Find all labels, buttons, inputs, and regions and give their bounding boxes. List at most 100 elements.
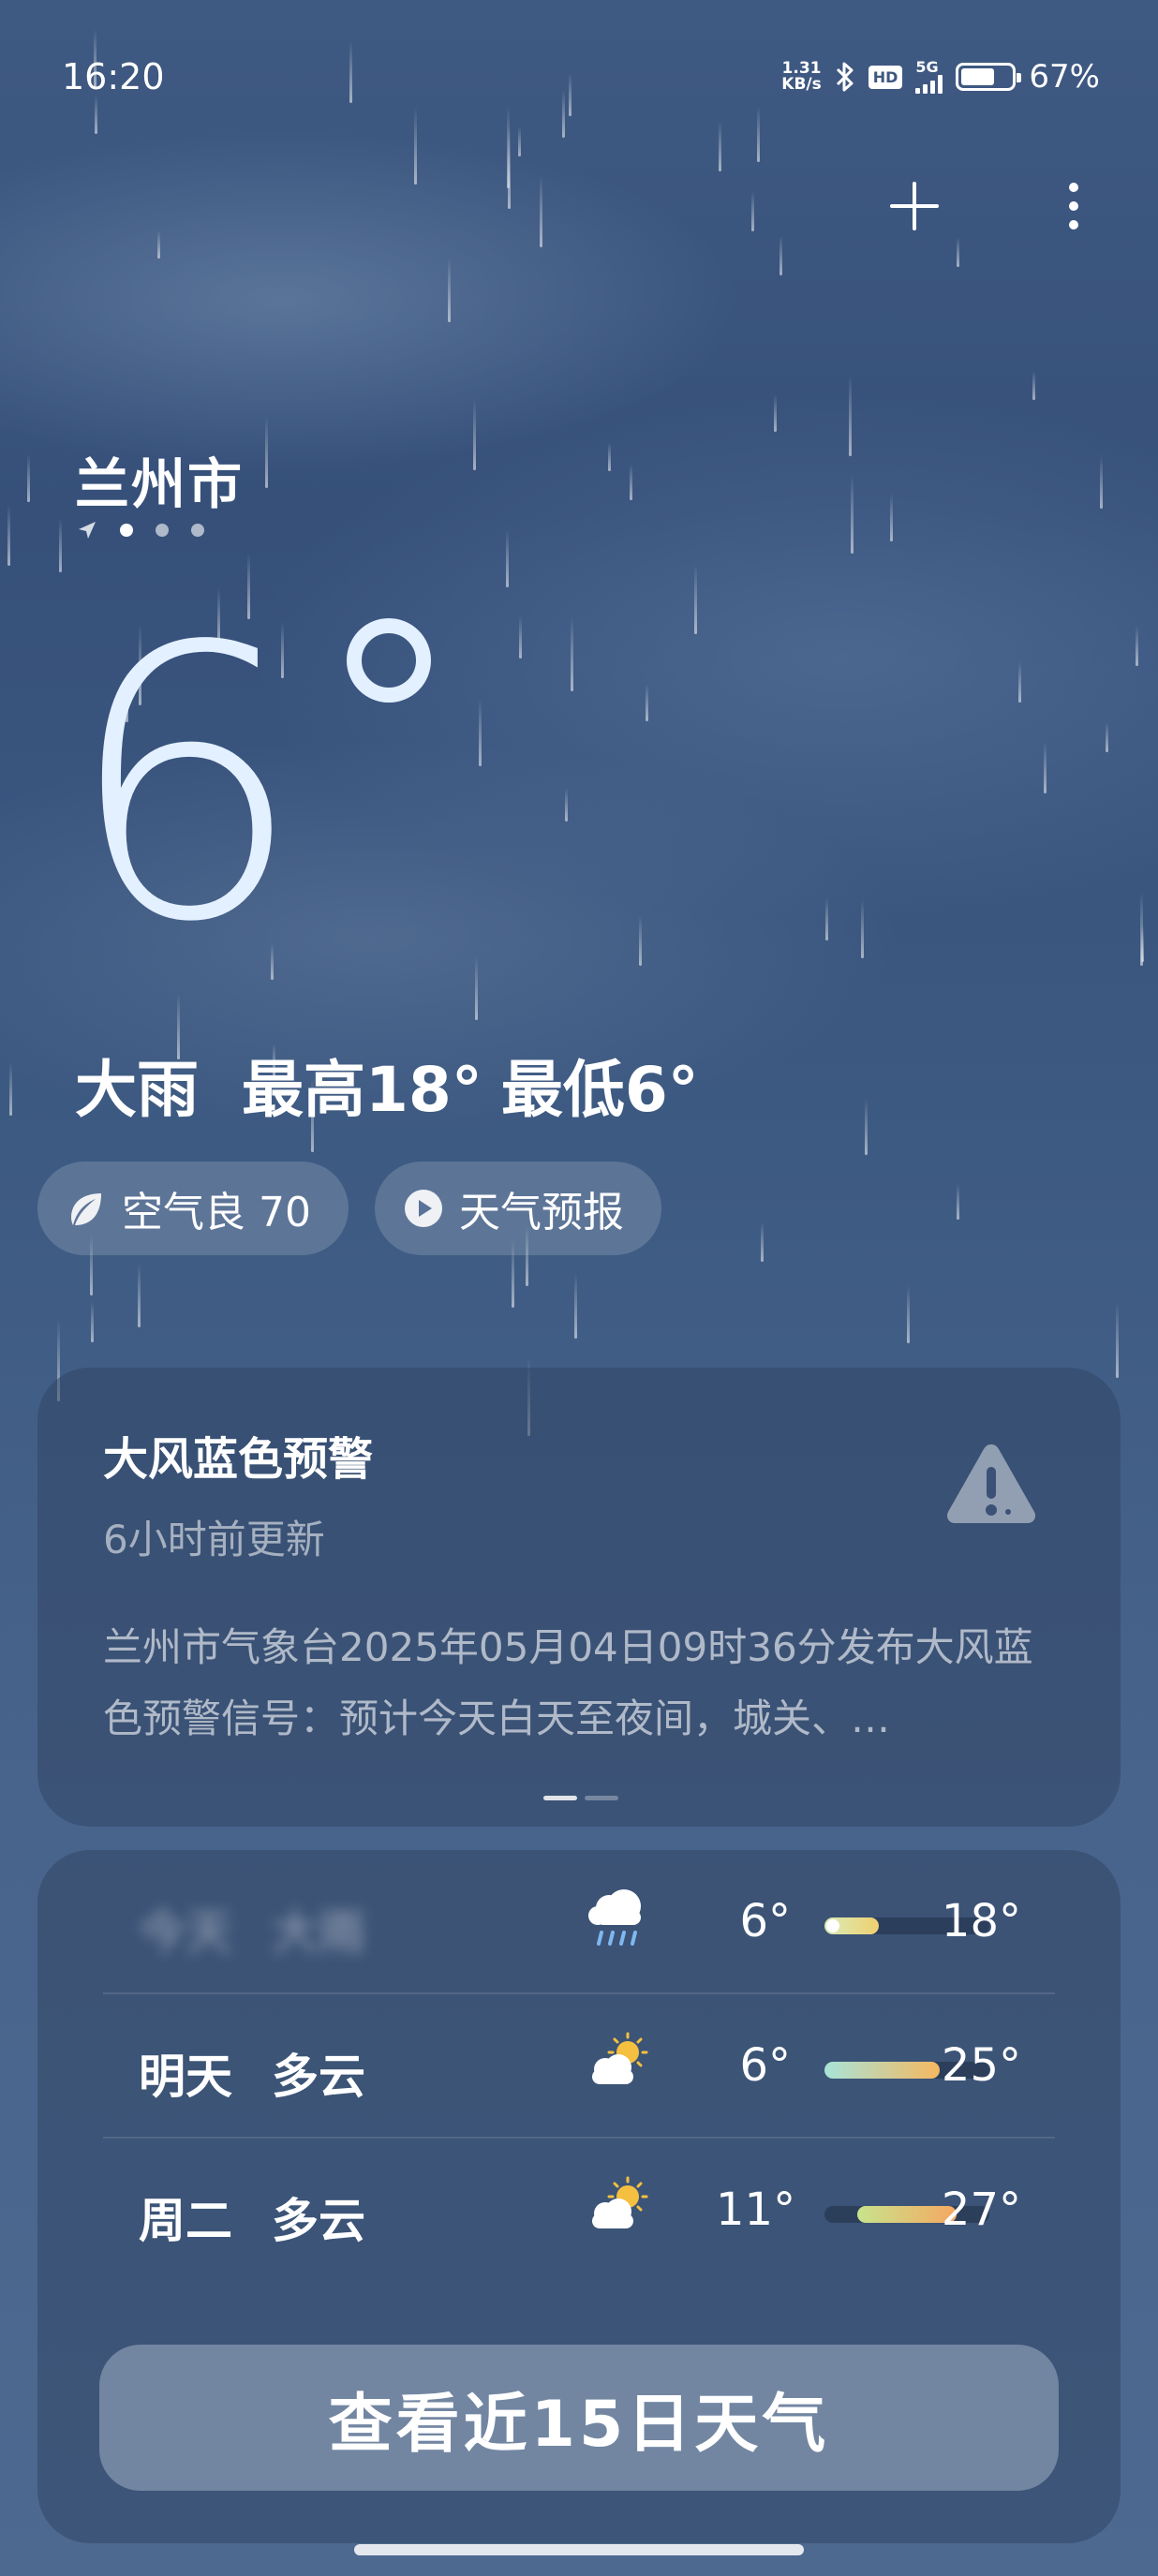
forecast-low: 11° — [716, 2184, 796, 2236]
forecast-video-label: 天气预报 — [458, 1189, 624, 1236]
degree-symbol — [347, 618, 431, 703]
info-chips: 空气良 70 天气预报 — [37, 1162, 661, 1255]
battery-percent: 67% — [1029, 58, 1100, 96]
raindrop — [9, 1062, 12, 1116]
status-icons: 1.31 KB/s HD 5G 67% — [781, 58, 1100, 96]
more-options-button[interactable] — [1046, 178, 1102, 234]
temp-high: 最高18° — [242, 1054, 482, 1126]
raindrop — [694, 564, 697, 634]
raindrop — [59, 518, 62, 572]
raindrop — [1106, 722, 1108, 752]
city-pager — [77, 520, 204, 540]
raindrop — [1018, 661, 1021, 703]
home-indicator[interactable] — [354, 2544, 804, 2555]
cellular-signal-icon: 5G — [915, 60, 943, 94]
more-vertical-icon — [1069, 183, 1078, 229]
raindrop — [1044, 742, 1047, 793]
raindrop — [475, 956, 478, 1020]
raindrop — [565, 788, 568, 822]
play-icon — [404, 1190, 442, 1227]
raindrop — [1100, 456, 1103, 509]
location-arrow-icon — [79, 522, 96, 539]
raindrop — [751, 191, 754, 231]
forecast-high: 27° — [941, 2184, 1021, 2236]
forecast-high: 25° — [941, 2039, 1021, 2092]
raindrop — [138, 1263, 141, 1327]
raindrop — [479, 699, 482, 766]
top-actions — [886, 178, 1102, 234]
raindrop — [1136, 626, 1138, 666]
raindrop — [448, 258, 451, 322]
status-time: 16:20 — [62, 56, 165, 97]
raindrop — [779, 236, 782, 275]
alert-body: 兰州市气象台2025年05月04日09时36分发布大风蓝色预警信号：预计今天白天… — [103, 1624, 1033, 1741]
raindrop — [1116, 1302, 1119, 1378]
raindrop — [861, 899, 864, 958]
raindrop — [1032, 371, 1035, 400]
raindrop — [540, 175, 542, 247]
raindrop — [1141, 925, 1144, 962]
raindrop — [825, 897, 828, 940]
alert-updated: 6小时前更新 — [103, 1517, 325, 1562]
heavy-rain-icon — [588, 1889, 641, 1946]
forecast-low: 6° — [739, 2039, 791, 2092]
leaf-icon — [71, 1193, 101, 1225]
alert-title: 大风蓝色预警 — [103, 1433, 374, 1486]
pager-dot[interactable] — [191, 524, 204, 537]
air-quality-label: 空气良 70 — [122, 1189, 311, 1236]
temp-low: 最低6° — [500, 1054, 699, 1126]
raindrop — [608, 442, 611, 471]
forecast-row[interactable]: 明天 多云 6° 25° — [103, 1994, 1055, 2139]
raindrop — [957, 1184, 959, 1220]
forecast-condition: 多云 — [272, 2194, 365, 2248]
raindrop — [639, 916, 642, 966]
raindrop — [157, 230, 160, 259]
forecast-card: 今天 大雨 6° 18° 明天 多云 6° 25° 周二 多云 11° 27° — [37, 1850, 1121, 2543]
current-temperature: 6 — [66, 569, 304, 1004]
network-speed: 1.31 KB/s — [781, 59, 822, 94]
partly-cloudy-icon — [592, 2032, 648, 2084]
raindrop — [506, 529, 509, 587]
city-name[interactable]: 兰州市 — [75, 440, 244, 519]
forecast-low: 6° — [739, 1895, 791, 1947]
raindrop — [571, 616, 573, 691]
bluetooth-icon — [836, 62, 854, 92]
forecast-row[interactable]: 今天 大雨 6° 18° — [103, 1850, 1055, 1994]
raindrop — [851, 474, 854, 554]
raindrop — [265, 416, 268, 488]
view-15-day-forecast-button[interactable]: 查看近15日天气 — [99, 2345, 1059, 2491]
raindrop — [849, 375, 852, 456]
warning-triangle-icon — [946, 1444, 1036, 1523]
raindrop — [761, 1221, 764, 1262]
pager-dot[interactable] — [156, 524, 169, 537]
forecast-video-chip[interactable]: 天气预报 — [374, 1162, 661, 1255]
forecast-condition: 大雨 — [272, 1905, 365, 1960]
pager-dot[interactable] — [120, 524, 133, 537]
add-city-button[interactable] — [886, 178, 943, 234]
battery-icon — [956, 63, 1022, 91]
alert-pager — [543, 1796, 618, 1800]
weather-summary: 大雨 最高18° 最低6° — [75, 1040, 742, 1130]
raindrop — [519, 616, 522, 659]
raindrop — [574, 1273, 577, 1339]
forecast-row[interactable]: 周二 多云 11° 27° — [103, 2139, 1055, 2281]
forecast-day: 今天 — [139, 1905, 232, 1960]
partly-cloudy-icon — [592, 2176, 648, 2228]
raindrop — [907, 1285, 910, 1343]
raindrop — [630, 464, 632, 500]
raindrop — [865, 1099, 868, 1155]
raindrop — [91, 1301, 94, 1342]
raindrop — [957, 237, 959, 267]
air-quality-chip[interactable]: 空气良 70 — [37, 1162, 349, 1255]
weather-alert-card[interactable]: 大风蓝色预警 6小时前更新 兰州市气象台2025年05月04日09时36分发布大… — [37, 1368, 1121, 1827]
raindrop — [1140, 892, 1143, 966]
forecast-high: 18° — [941, 1895, 1021, 1947]
forecast-day: 明天 — [139, 2050, 232, 2104]
raindrop — [7, 505, 10, 566]
current-condition: 大雨 — [75, 1054, 199, 1126]
raindrop — [646, 684, 648, 721]
status-bar: 16:20 1.31 KB/s HD 5G 67% — [0, 0, 1158, 159]
raindrop — [774, 394, 777, 432]
raindrop — [27, 454, 30, 502]
raindrop — [473, 399, 476, 470]
